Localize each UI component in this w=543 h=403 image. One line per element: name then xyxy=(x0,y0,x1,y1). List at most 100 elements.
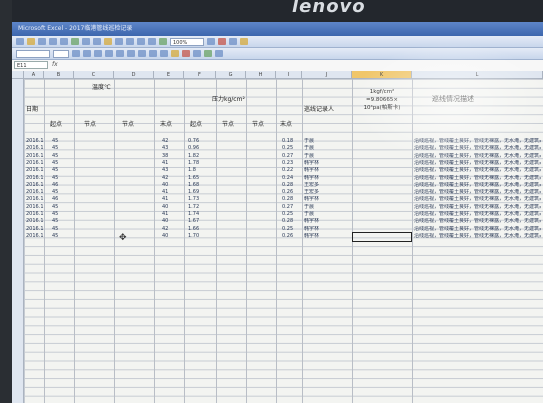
col-header-b[interactable]: B xyxy=(44,71,74,79)
stop-icon[interactable] xyxy=(218,38,226,45)
folder-icon[interactable] xyxy=(240,38,248,45)
underline-icon[interactable] xyxy=(94,50,102,57)
cell-p4[interactable]: 0.18 xyxy=(282,138,300,145)
cell-who[interactable]: 韩宇林 xyxy=(304,233,350,240)
cell-date[interactable]: 2016.1.5 xyxy=(26,145,44,152)
cell-date[interactable]: 2016.1.14 xyxy=(26,182,44,189)
cell-date[interactable]: 2016.1.17 xyxy=(26,196,44,203)
cell-t1[interactable]: 45 xyxy=(52,160,72,167)
track-icon[interactable] xyxy=(215,50,223,57)
cell-date[interactable]: 2016.1.2 xyxy=(26,138,44,145)
cell-description[interactable]: 沿线巡视，管线覆土良好，管线无裸露，无水淹，无建筑占压 xyxy=(414,138,541,145)
cell-t4[interactable]: 43 xyxy=(162,167,182,174)
cell-p4[interactable]: 0.26 xyxy=(282,233,300,240)
cell-t4[interactable]: 42 xyxy=(162,175,182,182)
cell-t1[interactable]: 45 xyxy=(52,189,72,196)
copy-icon[interactable] xyxy=(93,38,101,45)
cell-p4[interactable]: 0.28 xyxy=(282,182,300,189)
cell-who[interactable]: 韩宇林 xyxy=(304,160,350,167)
cell-who[interactable]: 韩宇林 xyxy=(304,218,350,225)
cell-description[interactable]: 沿线巡视，管线覆土良好，管线无裸露，无水淹，无建筑占压 xyxy=(414,211,541,218)
col-header-h[interactable]: H xyxy=(246,71,276,79)
cell-t1[interactable]: 46 xyxy=(52,196,72,203)
cell-date[interactable]: 2016.1.20 xyxy=(26,204,44,211)
cell-t4[interactable]: 43 xyxy=(162,145,182,152)
cell-p1[interactable]: 1.69 xyxy=(188,189,214,196)
cell-p1[interactable]: 1.78 xyxy=(188,160,214,167)
help-icon[interactable] xyxy=(207,38,215,45)
cell-p1[interactable]: 1.70 xyxy=(188,233,214,240)
col-header-i[interactable]: I xyxy=(276,71,302,79)
cell-p1[interactable]: 1.66 xyxy=(188,226,214,233)
cell-p1[interactable]: 1.74 xyxy=(188,211,214,218)
cell-who[interactable]: 于晨 xyxy=(304,211,350,218)
cell-who[interactable]: 王宏多 xyxy=(304,189,350,196)
sum-icon[interactable] xyxy=(137,38,145,45)
font-size-select[interactable] xyxy=(53,49,69,58)
name-box[interactable]: E11 xyxy=(14,61,48,69)
cell-p1[interactable]: 1.82 xyxy=(188,153,214,160)
cell-t1[interactable]: 45 xyxy=(52,233,72,240)
cell-description[interactable]: 沿线巡视，管线覆土良好，管线无裸露，无水淹，无建筑占压 xyxy=(414,182,541,189)
cell-description[interactable]: 沿线巡视，管线覆土良好，管线无裸露，无水淹，无建筑占压 xyxy=(414,196,541,203)
redo-icon[interactable] xyxy=(126,38,134,45)
cell-who[interactable]: 韩宇林 xyxy=(304,196,350,203)
cell-t1[interactable]: 45 xyxy=(52,153,72,160)
cell-p4[interactable]: 0.24 xyxy=(282,175,300,182)
cell-who[interactable]: 于晨 xyxy=(304,138,350,145)
cell-description[interactable]: 沿线巡视，管线覆土良好，管线无裸露，无水淹，无建筑占压 xyxy=(414,167,541,174)
cell-date[interactable]: 2016.1.29 xyxy=(26,233,44,240)
cell-t4[interactable]: 40 xyxy=(162,204,182,211)
cell-date[interactable]: 2016.1.15 xyxy=(26,189,44,196)
col-header-j[interactable]: J xyxy=(302,71,352,79)
cell-p4[interactable]: 0.23 xyxy=(282,160,300,167)
cell-date[interactable]: 2016.1.27 xyxy=(26,226,44,233)
cell-p4[interactable]: 0.22 xyxy=(282,167,300,174)
col-header-g[interactable]: G xyxy=(216,71,246,79)
print-icon[interactable] xyxy=(49,38,57,45)
cell-p1[interactable]: 1.8 xyxy=(188,167,214,174)
cell-date[interactable]: 2016.1.11 xyxy=(26,160,44,167)
cell-who[interactable]: 韩宇林 xyxy=(304,175,350,182)
cell-date[interactable]: 2016.1.12 xyxy=(26,167,44,174)
cell-t4[interactable]: 40 xyxy=(162,182,182,189)
col-header-a[interactable]: A xyxy=(24,71,44,79)
cell-t1[interactable]: 46 xyxy=(52,182,72,189)
spellcheck-icon[interactable] xyxy=(71,38,79,45)
cell-description[interactable]: 沿线巡视，管线覆土良好，管线无裸露，无水淹，无建筑占压 xyxy=(414,233,541,240)
cell-t1[interactable]: 45 xyxy=(52,226,72,233)
cell-p4[interactable]: 0.25 xyxy=(282,145,300,152)
cell-t4[interactable]: 41 xyxy=(162,160,182,167)
cell-description[interactable]: 沿线巡视，管线覆土良好，管线无裸露，无水淹，无建筑占压 xyxy=(414,189,541,196)
cell-description[interactable]: 沿线巡视，管线覆土良好，管线无裸露，无水淹，无建筑占压 xyxy=(414,226,541,233)
cell-t4[interactable]: 41 xyxy=(162,196,182,203)
open-icon[interactable] xyxy=(27,38,35,45)
cell-p1[interactable]: 1.72 xyxy=(188,204,214,211)
cell-p1[interactable]: 1.65 xyxy=(188,175,214,182)
cell-p4[interactable]: 0.27 xyxy=(282,204,300,211)
active-cell[interactable] xyxy=(352,232,412,242)
cell-description[interactable]: 沿线巡视，管线覆土良好，管线无裸露，无水淹，无建筑占压 xyxy=(414,204,541,211)
cell-p1[interactable]: 1.73 xyxy=(188,196,214,203)
cell-p1[interactable]: 1.67 xyxy=(188,218,214,225)
cell-who[interactable]: 于晨 xyxy=(304,145,350,152)
cell-description[interactable]: 沿线巡视，管线覆土良好，管线无裸露，无水淹，无建筑占压 xyxy=(414,218,541,225)
cell-who[interactable]: 于晨 xyxy=(304,153,350,160)
cell-p4[interactable]: 0.27 xyxy=(282,153,300,160)
review-icon[interactable] xyxy=(229,38,237,45)
cell-date[interactable]: 2016.1.13 xyxy=(26,175,44,182)
fx-icon[interactable]: fx xyxy=(52,61,58,68)
cell-who[interactable]: 韩宇林 xyxy=(304,226,350,233)
cell-t4[interactable]: 42 xyxy=(162,138,182,145)
chart-icon[interactable] xyxy=(159,38,167,45)
col-header-d[interactable]: D xyxy=(114,71,154,79)
row-header-column[interactable] xyxy=(12,79,24,403)
cell-p4[interactable]: 0.28 xyxy=(282,196,300,203)
undo-icon[interactable] xyxy=(115,38,123,45)
cell-description[interactable]: 沿线巡视，管线覆土良好，管线无裸露，无水淹，无建筑占压 xyxy=(414,160,541,167)
paste-icon[interactable] xyxy=(104,38,112,45)
save-icon[interactable] xyxy=(38,38,46,45)
cell-date[interactable]: 2016.1.21 xyxy=(26,211,44,218)
cell-who[interactable]: 于晨 xyxy=(304,204,350,211)
col-header-c[interactable]: C xyxy=(74,71,114,79)
